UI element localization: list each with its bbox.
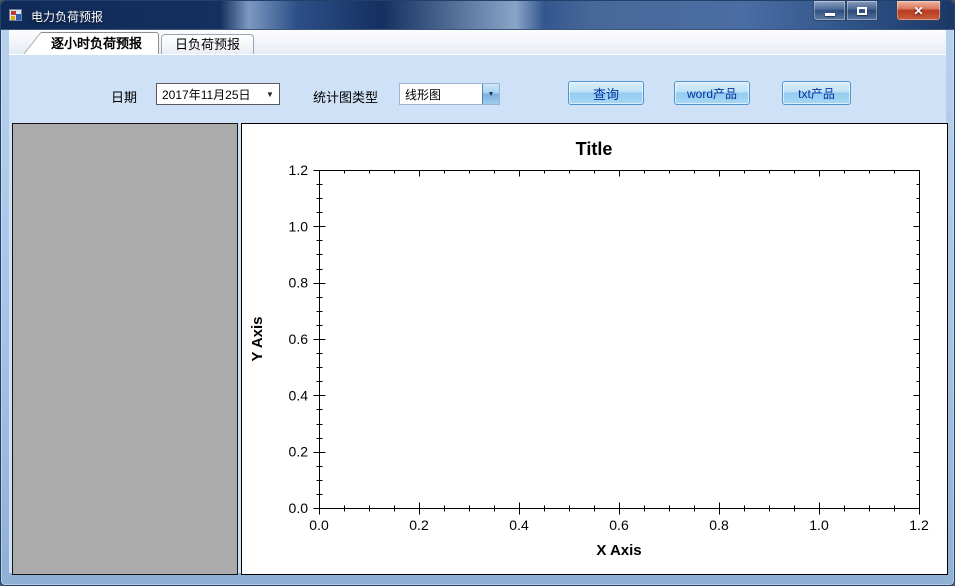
query-button[interactable]: 查询 — [568, 81, 644, 105]
maximize-button[interactable] — [846, 1, 878, 21]
empty-line-chart: 0.0 0.2 0.4 0.6 0.8 1.0 1.2 0.0 0.2 0.4 0.6 0.8 1.0 1… — [249, 139, 929, 559]
word-product-button[interactable]: word产品 — [674, 81, 750, 105]
svg-text:Title: Title — [576, 139, 613, 159]
svg-text:0.8: 0.8 — [289, 275, 309, 291]
svg-text:Y Axis: Y Axis — [249, 316, 266, 361]
svg-text:0.0: 0.0 — [289, 500, 309, 516]
svg-text:0.0: 0.0 — [309, 517, 329, 533]
result-list-panel — [12, 123, 238, 575]
svg-text:0.2: 0.2 — [409, 517, 429, 533]
chart-panel: 0.0 0.2 0.4 0.6 0.8 1.0 1.2 0.0 0.2 0.4 0.6 0.8 1.0 1… — [241, 123, 948, 575]
maximize-icon — [857, 6, 867, 15]
date-picker[interactable]: 2017年11月25日 ▼ — [156, 83, 280, 105]
tab-strip: 逐小时负荷预报 日负荷预报 — [9, 30, 946, 54]
close-button[interactable]: ✕ — [896, 1, 941, 21]
chart-type-combobox[interactable]: 线形图 ▼ — [399, 83, 500, 105]
window-title: 电力负荷预报 — [31, 10, 104, 24]
chart-type-label: 统计图类型 — [313, 90, 379, 105]
tab-daily-load-forecast[interactable]: 日负荷预报 — [161, 34, 255, 54]
svg-text:0.8: 0.8 — [709, 517, 729, 533]
svg-text:0.2: 0.2 — [289, 444, 309, 460]
app-icon-gold-square — [11, 16, 15, 20]
date-label: 日期 — [111, 90, 138, 105]
tab-page: 日期 2017年11月25日 ▼ 统计图类型 线形图 ▼ 查询 word产品 t… — [9, 54, 948, 575]
minimize-button[interactable] — [813, 1, 846, 21]
combo-chevron-down-icon[interactable]: ▼ — [482, 84, 499, 104]
svg-text:0.6: 0.6 — [289, 331, 309, 347]
app-icon-blue-square — [16, 14, 21, 20]
svg-text:0.4: 0.4 — [289, 387, 309, 403]
txt-product-button[interactable]: txt产品 — [782, 81, 851, 105]
date-picker-value: 2017年11月25日 — [162, 87, 251, 102]
svg-text:0.6: 0.6 — [609, 517, 629, 533]
svg-text:0.4: 0.4 — [509, 517, 529, 533]
tab-hourly-load-forecast[interactable]: 逐小时负荷预报 — [41, 32, 160, 54]
svg-text:1.2: 1.2 — [289, 162, 309, 178]
app-window: 电力负荷预报 ✕ 逐小时负荷预报 日负荷预报 日期 2017年11月25日 ▼ … — [0, 0, 955, 586]
titlebar[interactable]: 电力负荷预报 ✕ — [1, 1, 954, 30]
svg-text:1.0: 1.0 — [809, 517, 829, 533]
minimize-icon — [824, 12, 835, 16]
svg-text:1.0: 1.0 — [289, 218, 309, 234]
app-icon[interactable] — [8, 7, 24, 23]
svg-text:X Axis: X Axis — [596, 542, 641, 559]
svg-text:1.2: 1.2 — [909, 517, 929, 533]
close-icon: ✕ — [913, 3, 924, 18]
chart-type-value: 线形图 — [405, 87, 442, 102]
date-picker-chevron-down-icon[interactable]: ▼ — [261, 90, 279, 99]
